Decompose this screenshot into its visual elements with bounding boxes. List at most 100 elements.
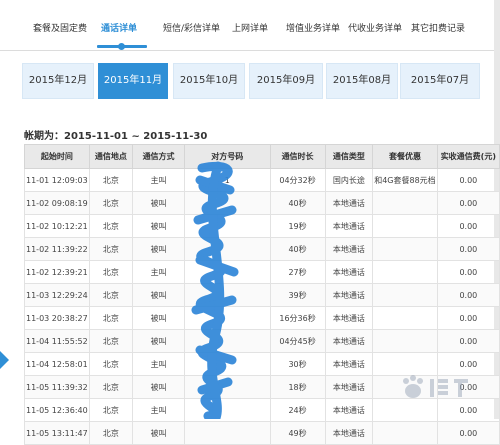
table-row: 11-02 11:39:22 北京 被叫 40秒 本地通话 0.00: [24, 237, 500, 261]
table-row: 11-01 12:09:03 北京 主叫 1 04分32秒 国内长途 和4G套餐88元档 0.…: [24, 168, 500, 192]
billing-period: 帐期为：2015-11-01 ~ 2015-11-30: [24, 131, 208, 142]
location-cell: 北京: [88, 306, 134, 330]
call-type-cell: 本地通话: [324, 375, 374, 399]
table-row: 11-02 10:12:21 北京 被叫 19秒 本地通话 0.00: [24, 214, 500, 238]
month-tab-2015-08[interactable]: 2015年08月: [326, 63, 398, 99]
nav-item-call-details[interactable]: 通话详单: [101, 21, 137, 34]
column-header: 通信方式: [132, 144, 185, 169]
other-party-number-cell: [183, 398, 271, 422]
plan-discount-cell: [372, 398, 438, 422]
plan-discount-cell: [372, 375, 438, 399]
table-row: 11-02 12:39:21 北京 主叫 27秒 本地通话 0.00: [24, 260, 500, 284]
call-type-cell: 本地通话: [324, 329, 374, 353]
call-type-cell: 本地通话: [324, 283, 374, 307]
charge-cell: 0.00: [436, 168, 500, 192]
column-header: 通信地点: [88, 144, 134, 169]
start-time-cell: 11-05 11:39:32: [24, 375, 90, 399]
location-cell: 北京: [88, 168, 134, 192]
duration-cell: 04分45秒: [269, 329, 326, 353]
call-type-cell: 本地通话: [324, 306, 374, 330]
nav-item-value-added-details[interactable]: 增值业务详单: [286, 21, 340, 34]
nav-item-package-fees[interactable]: 套餐及固定费: [33, 21, 87, 34]
plan-discount-cell: [372, 352, 438, 376]
start-time-cell: 11-02 11:39:22: [24, 237, 90, 261]
charge-cell: 0.00: [436, 329, 500, 353]
plan-discount-cell: 和4G套餐88元档: [372, 168, 438, 192]
duration-cell: 27秒: [269, 260, 326, 284]
active-tab-underline: [97, 43, 147, 50]
nav-item-sms-details[interactable]: 短信/彩信详单: [163, 21, 220, 34]
column-header: 通信类型: [324, 144, 374, 169]
call-type-cell: 本地通话: [324, 191, 374, 215]
table-row: 11-03 12:29:24 北京 被叫 39秒 本地通话 0.00: [24, 283, 500, 307]
plan-discount-cell: [372, 283, 438, 307]
side-arrow-icon: [0, 351, 9, 369]
detail-type-nav: 套餐及固定费 通话详单 短信/彩信详单 上网详单 增值业务详单 代收业务详单 其…: [0, 0, 494, 51]
table-row: 11-03 20:38:27 北京 被叫 16分36秒 本地通话 0.00: [24, 306, 500, 330]
month-tab-2015-11[interactable]: 2015年11月: [98, 63, 168, 99]
call-direction-cell: 被叫: [132, 375, 185, 399]
start-time-cell: 11-03 12:29:24: [24, 283, 90, 307]
charge-cell: 0.00: [436, 260, 500, 284]
charge-cell: 0.00: [436, 283, 500, 307]
other-party-number-cell: [183, 352, 271, 376]
start-time-cell: 11-04 11:55:52: [24, 329, 90, 353]
call-type-cell: 本地通话: [324, 260, 374, 284]
month-tab-2015-10[interactable]: 2015年10月: [173, 63, 245, 99]
duration-cell: 49秒: [269, 421, 326, 445]
location-cell: 北京: [88, 191, 134, 215]
month-tab-2015-12[interactable]: 2015年12月: [22, 63, 94, 99]
charge-cell: 0.00: [436, 191, 500, 215]
plan-discount-cell: [372, 329, 438, 353]
start-time-cell: 11-02 09:08:19: [24, 191, 90, 215]
other-party-number-cell: [183, 237, 271, 261]
call-records-table: 起始时间 通信地点 通信方式 对方号码 通信时长 通信类型 套餐优惠 实收通信费…: [24, 144, 500, 445]
call-direction-cell: 被叫: [132, 214, 185, 238]
location-cell: 北京: [88, 398, 134, 422]
location-cell: 北京: [88, 214, 134, 238]
table-row: 11-04 12:58:01 北京 主叫 30秒 本地通话 0.00: [24, 352, 500, 376]
charge-cell: 0.00: [436, 214, 500, 238]
other-party-number-cell: [183, 214, 271, 238]
call-direction-cell: 主叫: [132, 260, 185, 284]
start-time-cell: 11-01 12:09:03: [24, 168, 90, 192]
start-time-cell: 11-05 13:11:47: [24, 421, 90, 445]
table-header-row: 起始时间 通信地点 通信方式 对方号码 通信时长 通信类型 套餐优惠 实收通信费…: [24, 144, 500, 169]
other-party-number-cell: [183, 421, 271, 445]
start-time-cell: 11-02 12:39:21: [24, 260, 90, 284]
nav-item-collection-details[interactable]: 代收业务详单: [348, 21, 402, 34]
location-cell: 北京: [88, 375, 134, 399]
plan-discount-cell: [372, 191, 438, 215]
call-direction-cell: 主叫: [132, 352, 185, 376]
call-direction-cell: 被叫: [132, 191, 185, 215]
charge-cell: 0.00: [436, 237, 500, 261]
other-party-number-cell: [183, 306, 271, 330]
call-direction-cell: 主叫: [132, 168, 185, 192]
month-tab-2015-09[interactable]: 2015年09月: [249, 63, 323, 99]
duration-cell: 04分32秒: [269, 168, 326, 192]
charge-cell: 0.00: [436, 352, 500, 376]
charge-cell: 0.00: [436, 398, 500, 422]
start-time-cell: 11-02 10:12:21: [24, 214, 90, 238]
column-header: 通信时长: [269, 144, 326, 169]
nav-item-data-details[interactable]: 上网详单: [232, 21, 268, 34]
column-header: 套餐优惠: [372, 144, 438, 169]
call-type-cell: 本地通话: [324, 398, 374, 422]
call-direction-cell: 被叫: [132, 306, 185, 330]
column-header: 起始时间: [24, 144, 90, 169]
start-time-cell: 11-05 12:36:40: [24, 398, 90, 422]
location-cell: 北京: [88, 329, 134, 353]
call-direction-cell: 被叫: [132, 283, 185, 307]
plan-discount-cell: [372, 260, 438, 284]
month-tab-2015-07[interactable]: 2015年07月: [400, 63, 480, 99]
location-cell: 北京: [88, 237, 134, 261]
nav-item-other-charges[interactable]: 其它扣费记录: [411, 21, 465, 34]
call-direction-cell: 被叫: [132, 237, 185, 261]
call-direction-cell: 主叫: [132, 398, 185, 422]
other-party-number-cell: 1: [183, 168, 271, 192]
location-cell: 北京: [88, 283, 134, 307]
call-type-cell: 本地通话: [324, 214, 374, 238]
column-header: 对方号码: [183, 144, 271, 169]
call-type-cell: 本地通话: [324, 352, 374, 376]
duration-cell: 39秒: [269, 283, 326, 307]
